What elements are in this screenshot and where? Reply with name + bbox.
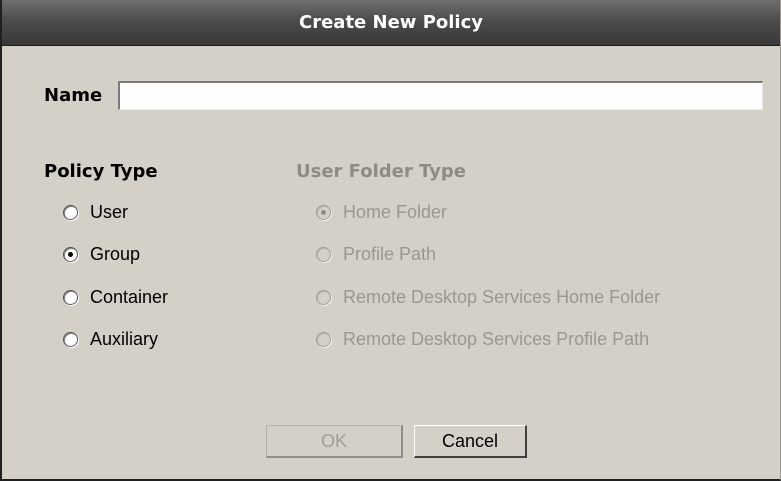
radio-button[interactable] — [63, 205, 78, 220]
radio-label: Profile Path — [343, 244, 437, 264]
radio-button — [316, 332, 331, 347]
radio-option-home-folder: Home Folder — [316, 202, 447, 223]
radio-button — [316, 247, 331, 262]
radio-label: Remote Desktop Services Profile Path — [343, 329, 650, 349]
radio-option-container[interactable]: Container — [63, 287, 168, 308]
radio-label: Remote Desktop Services Home Folder — [343, 287, 661, 307]
radio-option-rds-profile-path: Remote Desktop Services Profile Path — [316, 329, 649, 350]
radio-label: Container — [90, 287, 169, 307]
radio-option-user[interactable]: User — [63, 202, 128, 223]
radio-option-group[interactable]: Group — [63, 244, 140, 265]
dialog-title: Create New Policy — [299, 12, 483, 33]
radio-button — [316, 290, 331, 305]
radio-button — [316, 205, 331, 220]
cancel-button[interactable]: Cancel — [414, 425, 527, 458]
ok-button[interactable]: OK — [266, 425, 403, 458]
radio-option-rds-home-folder: Remote Desktop Services Home Folder — [316, 287, 660, 308]
radio-option-auxiliary[interactable]: Auxiliary — [63, 329, 158, 350]
radio-label: Auxiliary — [90, 329, 159, 349]
radio-label: Group — [90, 244, 141, 264]
user-folder-type-heading: User Folder Type — [296, 161, 466, 182]
create-policy-dialog: Create New Policy Name Policy Type User … — [0, 0, 781, 481]
radio-button[interactable] — [63, 332, 78, 347]
name-input[interactable] — [118, 81, 763, 110]
radio-option-profile-path: Profile Path — [316, 244, 436, 265]
policy-type-heading: Policy Type — [44, 161, 158, 182]
radio-button[interactable] — [63, 247, 78, 262]
dialog-title-bar[interactable]: Create New Policy — [2, 0, 780, 46]
radio-label: Home Folder — [343, 202, 448, 222]
name-label: Name — [44, 85, 103, 106]
radio-button[interactable] — [63, 290, 78, 305]
radio-label: User — [90, 202, 129, 222]
